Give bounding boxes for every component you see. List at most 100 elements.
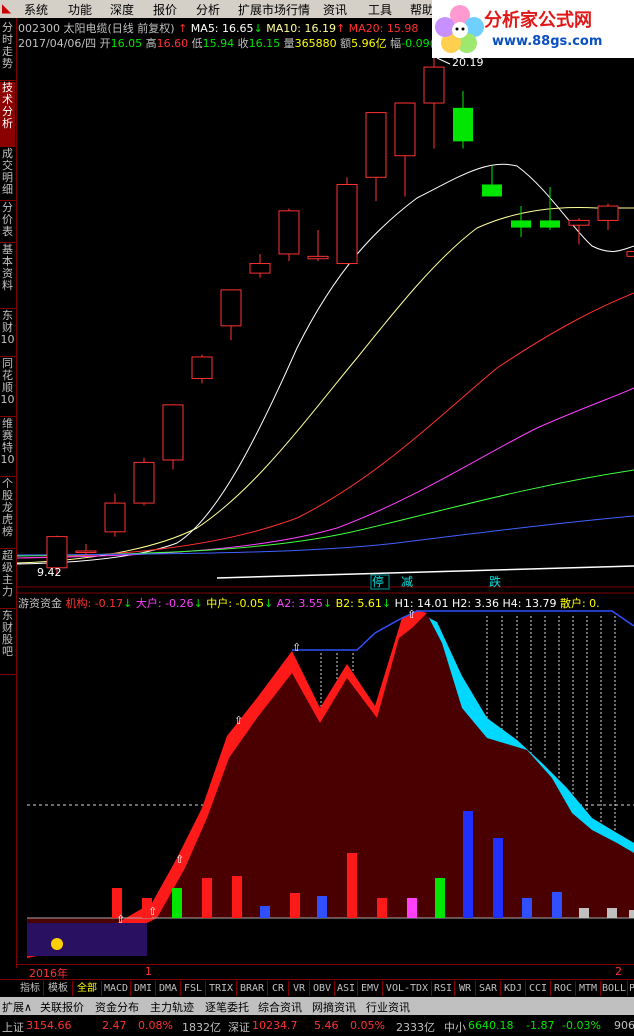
zx-index-amount: 906 [614, 1019, 634, 1032]
stock-title-bar: 002300 太阳电缆(日线 前复权) ↑ MA5: 16.65↓ MA10: … [18, 22, 419, 35]
candle-body[interactable] [307, 255, 329, 260]
candle-body[interactable] [626, 251, 634, 257]
tab-intraday[interactable]: 分时走势 [0, 22, 15, 81]
indicator-bar [232, 876, 242, 918]
indicator-tab-kdj[interactable]: KDJ [501, 981, 526, 996]
menu-analysis[interactable]: 分析 [196, 1, 220, 18]
indicator-tab-mtm[interactable]: MTM [576, 981, 601, 996]
function-tab-bar: 扩展∧ 关联报价 资金分布 主力轨迹 逐笔委托 综合资讯 网摘资讯 行业资讯 [0, 997, 634, 1015]
menu-depth[interactable]: 深度 [110, 1, 134, 18]
candle-body[interactable] [46, 536, 68, 569]
menu-help[interactable]: 帮助 [410, 1, 434, 18]
ma5-label: MA5: 16.65 [190, 22, 254, 35]
menu-quote[interactable]: 报价 [153, 1, 177, 18]
indicator-tab-boll[interactable]: BOLL [601, 981, 628, 996]
tab-expand[interactable]: 扩展∧ [2, 999, 32, 1015]
indicator-tab-dma[interactable]: DMA [156, 981, 181, 996]
tab-related-quote[interactable]: 关联报价 [40, 999, 84, 1015]
candle-body[interactable] [453, 107, 473, 142]
time-axis: 2016年 1 2 [17, 964, 634, 980]
indicator-tab-dmi[interactable]: DMI [131, 981, 156, 996]
indicator-tab-cci[interactable]: CCI [526, 981, 551, 996]
candle-body[interactable] [511, 220, 531, 228]
indicator-tab-brar[interactable]: BRAR [237, 981, 268, 996]
candle-body[interactable] [336, 183, 358, 265]
app-icon[interactable]: ◣ [2, 1, 11, 15]
candle-body[interactable] [133, 461, 155, 504]
candle-body[interactable] [540, 220, 560, 228]
tab-fund-dist[interactable]: 资金分布 [95, 999, 139, 1015]
indicator-tab-cn0[interactable]: 指标 [17, 981, 44, 996]
indicator-tab-vr[interactable]: VR [289, 981, 310, 996]
time-month-2: 2 [615, 965, 622, 978]
candle-body[interactable] [278, 210, 300, 255]
indicator-tab-emv[interactable]: EMV [358, 981, 383, 996]
indicator-tab-psy[interactable]: PSY [628, 981, 634, 996]
buy-arrow-icon: ⇧ [292, 641, 301, 654]
main-chart-area[interactable]: ⇧⇧⇧⇧⇧⇧ 20.19 9.42 停 减 跌 [17, 18, 634, 978]
tab-technical[interactable]: 技术分析 [0, 82, 15, 147]
candle-body[interactable] [191, 356, 213, 380]
indicator-bar [407, 898, 417, 918]
menu-tools[interactable]: 工具 [368, 1, 392, 18]
indicator-tab-trix[interactable]: TRIX [206, 981, 237, 996]
ohlc-bar: 2017/04/06/四 开16.05 高16.60 低15.94 收16.15… [18, 37, 432, 50]
tab-basic-info[interactable]: 基本资料 [0, 244, 15, 309]
open-value: 16.05 [110, 37, 143, 50]
indicator-bar [522, 898, 532, 918]
sh-index-name[interactable]: 上证 [2, 1019, 24, 1035]
indicator-tab-roc[interactable]: ROC [551, 981, 576, 996]
amplitude-value: -0.09( [401, 37, 432, 50]
indicator-tab-cn1[interactable]: 模板 [44, 981, 73, 996]
indicator-name[interactable]: 游资资金 [18, 597, 62, 610]
indicator-bar [172, 888, 182, 918]
indicator-header: 游资资金 机构: -0.17↓ 大户: -0.26↓ 中户: -0.05↓ A2… [18, 597, 600, 610]
ma10-label: MA10: 16.19 [266, 22, 336, 35]
candle-body[interactable] [597, 205, 619, 221]
candle-body[interactable] [104, 502, 126, 533]
candle-body[interactable] [220, 289, 242, 327]
tab-industry-news[interactable]: 行业资讯 [366, 999, 410, 1015]
tab-main-track[interactable]: 主力轨迹 [150, 999, 194, 1015]
h4-label: H4: 13.79 [502, 597, 557, 610]
tab-general-news[interactable]: 综合资讯 [258, 999, 302, 1015]
candle-body[interactable] [482, 184, 502, 197]
tab-dongcai-forum[interactable]: 东财股吧 [0, 610, 15, 675]
buy-arrow-icon: ⇧ [175, 853, 184, 866]
sz-index-name[interactable]: 深证 [228, 1019, 250, 1035]
indicator-tab-cr[interactable]: CR [268, 981, 289, 996]
price-high-label: 20.19 [452, 56, 484, 69]
menu-function[interactable]: 功能 [68, 1, 92, 18]
candle-body[interactable] [75, 550, 97, 554]
candle-body[interactable] [423, 66, 445, 104]
indicator-tab-cn2[interactable]: 全部 [73, 981, 102, 996]
indicator-tab-voltdx[interactable]: VOL-TDX [383, 981, 432, 996]
tab-dongcai10[interactable]: 东财10 [0, 310, 15, 357]
indicator-tab-obv[interactable]: OBV [310, 981, 335, 996]
zx-index-name[interactable]: 中小 [444, 1019, 466, 1035]
candle-body[interactable] [568, 219, 590, 226]
menu-system[interactable]: 系统 [24, 1, 48, 18]
candle-body[interactable] [394, 102, 416, 157]
candle-body[interactable] [162, 404, 184, 461]
signal-dot-icon [51, 938, 63, 950]
tab-web-news[interactable]: 网摘资讯 [312, 999, 356, 1015]
indicator-tab-macd[interactable]: MACD [102, 981, 131, 996]
tab-dragon-tiger[interactable]: 个股龙虎榜 [0, 478, 15, 549]
tab-price-table[interactable]: 分价表 [0, 202, 15, 243]
candle-body[interactable] [249, 263, 271, 274]
tab-weisaite10[interactable]: 维赛特10 [0, 418, 15, 477]
candle-body[interactable] [365, 112, 387, 178]
indicator-tab-wr[interactable]: WR [455, 981, 476, 996]
tab-super-main[interactable]: 超级主力 [0, 550, 15, 609]
tab-tonghuashun10[interactable]: 同花顺10 [0, 358, 15, 417]
dh-label: 大户: -0.26 [135, 597, 194, 610]
indicator-tab-sar[interactable]: SAR [476, 981, 501, 996]
indicator-tab-fsl[interactable]: FSL [181, 981, 206, 996]
tab-order-detail[interactable]: 逐笔委托 [205, 999, 249, 1015]
indicator-tab-asi[interactable]: ASI [335, 981, 358, 996]
indicator-tab-rsi[interactable]: RSI [432, 981, 455, 996]
menu-news[interactable]: 资讯 [323, 1, 347, 18]
menu-extended-market[interactable]: 扩展市场行情 [238, 1, 310, 18]
tab-trade-detail[interactable]: 成交明细 [0, 148, 15, 201]
